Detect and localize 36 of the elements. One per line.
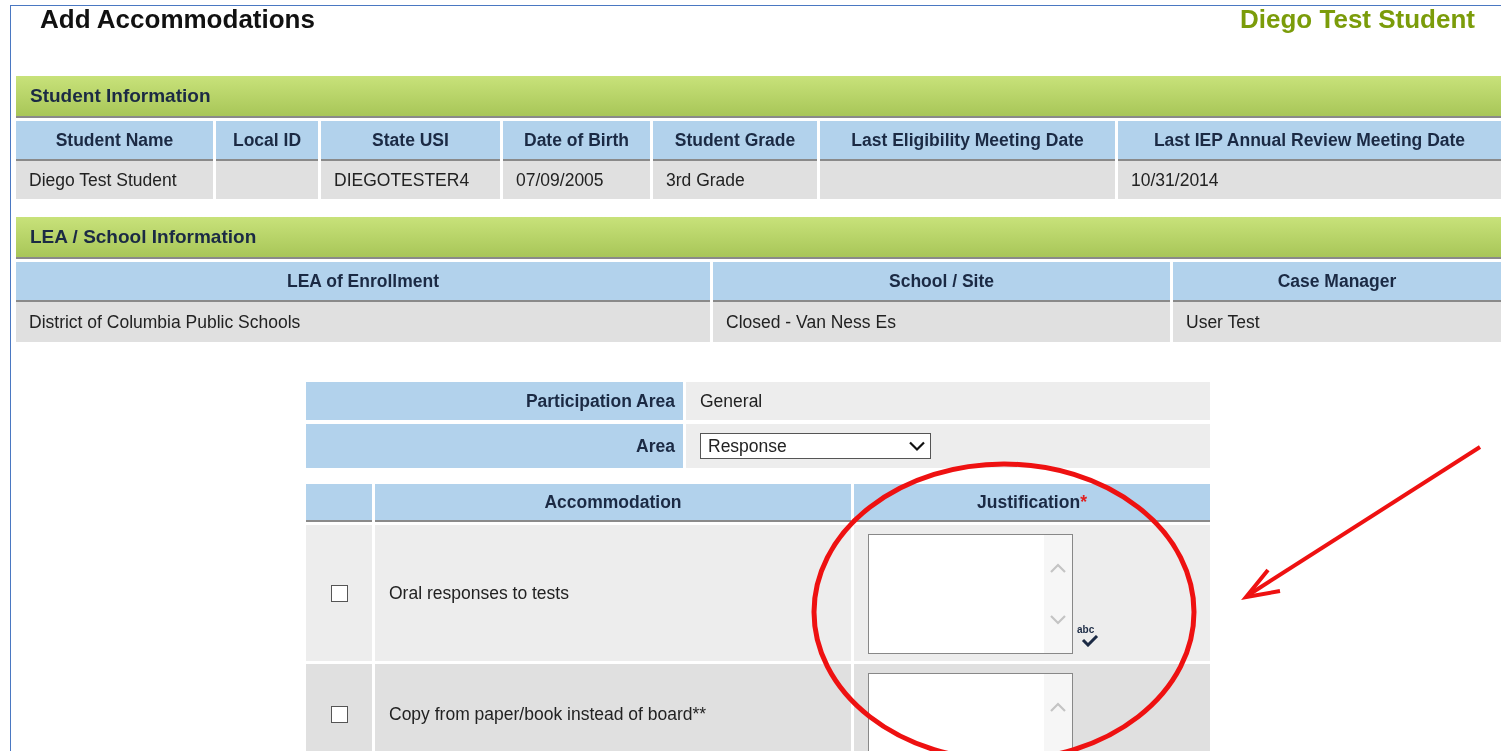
section-title: LEA / School Information: [30, 226, 257, 248]
column-header: Accommodation: [375, 484, 851, 522]
column-header: Date of Birth: [503, 121, 650, 161]
table-cell: 07/09/2005: [503, 161, 650, 199]
column-header: School / Site: [713, 262, 1170, 302]
column-header: Last IEP Annual Review Meeting Date: [1118, 121, 1501, 161]
table-cell: User Test: [1173, 302, 1501, 342]
table-cell: District of Columbia Public Schools: [16, 302, 710, 342]
required-mark: *: [1080, 491, 1087, 513]
column-header: Student Name: [16, 121, 213, 161]
area-dropdown[interactable]: Response: [700, 433, 931, 459]
page-title: Add Accommodations: [40, 4, 315, 35]
column-header: State USI: [321, 121, 500, 161]
column-header: LEA of Enrollment: [16, 262, 710, 302]
field-label: Participation Area: [306, 382, 683, 420]
header-label: Justification: [977, 491, 1081, 513]
column-header: [306, 484, 372, 522]
column-header: Last Eligibility Meeting Date: [820, 121, 1115, 161]
table-cell: Oral responses to tests: [375, 525, 851, 661]
table-cell: Diego Test Student: [16, 161, 213, 199]
student-name: Diego Test Student: [1240, 4, 1475, 35]
field-value: General: [686, 382, 1210, 420]
spellcheck-button[interactable]: abc: [1077, 625, 1099, 647]
section-title: Student Information: [30, 85, 211, 107]
table-cell: Copy from paper/book instead of board**: [375, 664, 851, 751]
column-header: Local ID: [216, 121, 318, 161]
field-label: Area: [306, 424, 683, 468]
chevron-down-icon[interactable]: [908, 440, 926, 452]
checkbox[interactable]: [330, 584, 348, 602]
table-cell: DIEGOTESTER4: [321, 161, 500, 199]
column-header: Case Manager: [1173, 262, 1501, 302]
table-cell: Closed - Van Ness Es: [713, 302, 1170, 342]
table-cell: 3rd Grade: [653, 161, 817, 199]
checkbox[interactable]: [330, 705, 348, 723]
column-header: Student Grade: [653, 121, 817, 161]
table-cell: 10/31/2014: [1118, 161, 1501, 199]
